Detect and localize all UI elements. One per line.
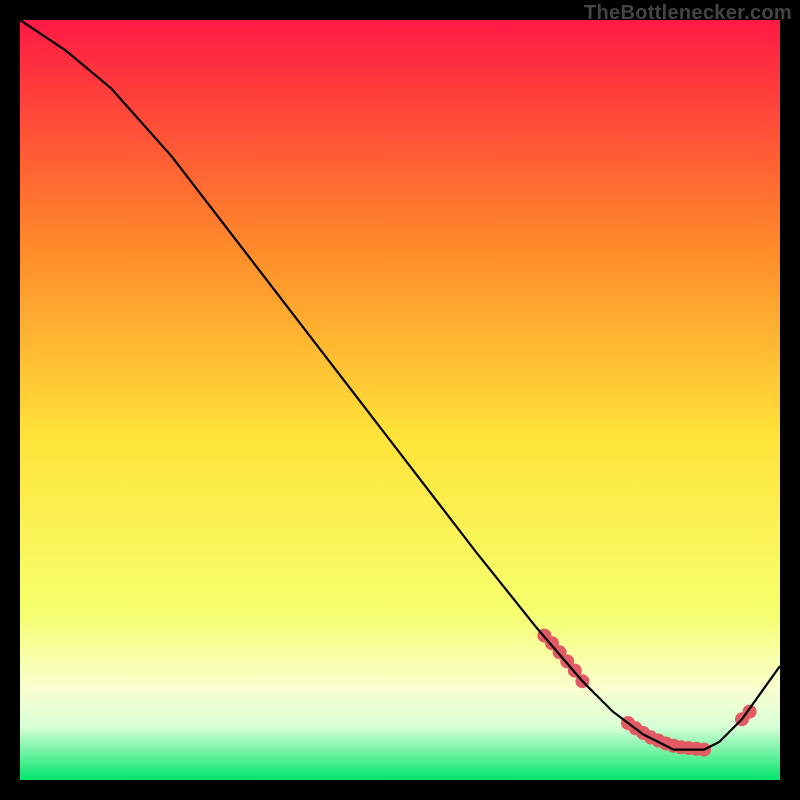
- gradient-plot: [20, 20, 780, 780]
- plot-background: [20, 20, 780, 780]
- chart-frame: TheBottlenecker.com: [0, 0, 800, 800]
